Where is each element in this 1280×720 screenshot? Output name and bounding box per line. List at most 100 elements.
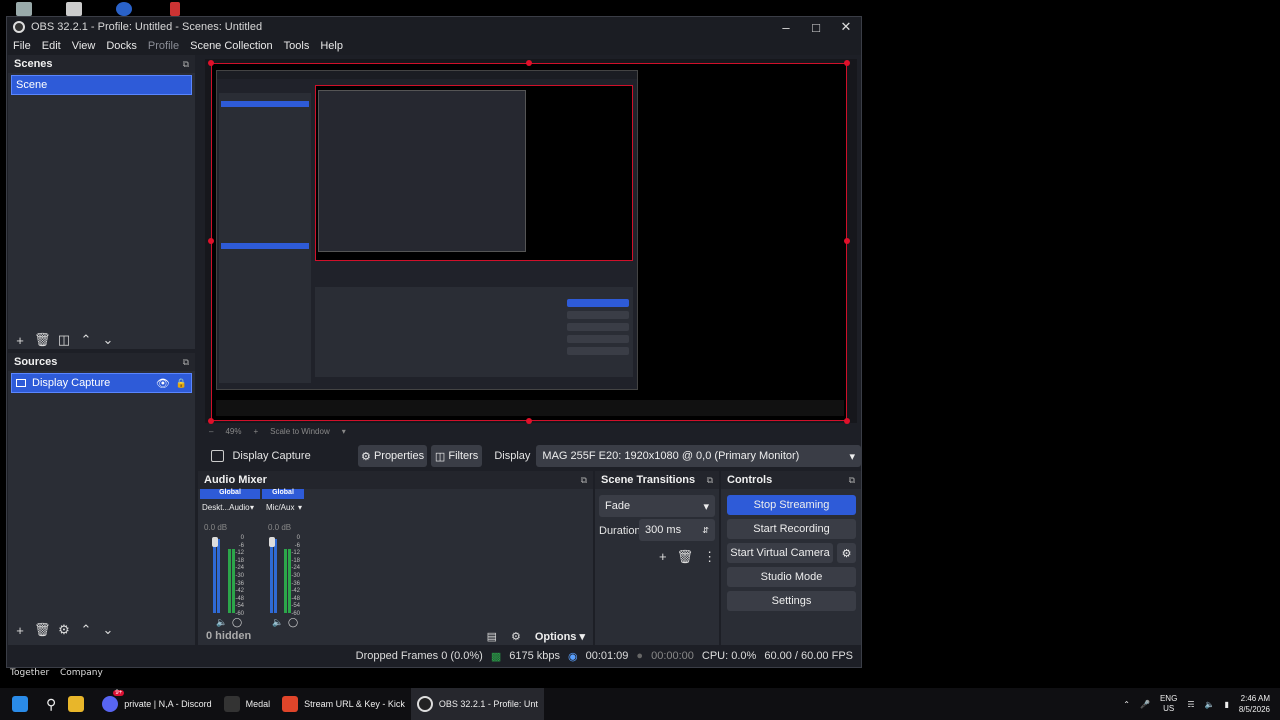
desktop-app-icon[interactable] [170, 2, 180, 16]
scale-mark: -48 [291, 595, 300, 602]
move-up-icon[interactable]: ⌃ [78, 332, 94, 348]
taskbar-medal[interactable]: Medal [218, 688, 277, 720]
menu-view[interactable]: View [72, 40, 96, 52]
chevron-down-icon[interactable]: ▾ [298, 503, 302, 512]
start-button[interactable] [0, 688, 40, 720]
undock-icon[interactable]: ⧉ [707, 475, 713, 486]
move-down-icon[interactable]: ⌄ [100, 622, 116, 638]
undock-icon[interactable]: ⧉ [849, 475, 855, 486]
volume-icon[interactable]: 🔈 [1204, 700, 1214, 709]
captured-screen [216, 70, 638, 390]
move-down-icon[interactable]: ⌄ [100, 332, 116, 348]
obs-icon [416, 696, 433, 712]
gear-icon[interactable]: ⚙ [56, 622, 72, 638]
menu-help[interactable]: Help [320, 40, 343, 52]
preview-area[interactable] [205, 59, 857, 424]
eye-icon[interactable]: 👁 [156, 377, 170, 390]
resize-handle[interactable] [844, 238, 850, 244]
channel-name[interactable]: Mic/Aux [266, 503, 294, 512]
undock-icon[interactable]: ⧉ [183, 357, 189, 368]
undock-icon[interactable]: ⧉ [183, 59, 189, 70]
options-button[interactable]: Options ▾ [535, 630, 585, 643]
microphone-icon[interactable]: 🎤 [1140, 700, 1150, 709]
move-up-icon[interactable]: ⌃ [78, 622, 94, 638]
taskbar-browser[interactable]: Stream URL & Key - Kick [276, 688, 411, 720]
taskbar-obs[interactable]: OBS 32.2.1 - Profile: Unt [410, 688, 544, 720]
scene-item[interactable]: Scene [11, 75, 192, 95]
volume-slider[interactable] [269, 537, 275, 547]
level-meter [228, 549, 231, 613]
trash-icon[interactable]: 🗑 [34, 332, 51, 348]
filter-icon[interactable]: ◫ [56, 332, 72, 348]
chevron-down-icon[interactable]: ▾ [250, 503, 254, 512]
brave-icon [282, 696, 299, 712]
battery-icon[interactable]: ▮ [1224, 700, 1228, 709]
menu-edit[interactable]: Edit [42, 40, 61, 52]
stop-streaming-button[interactable]: Stop Streaming [727, 495, 856, 515]
wifi-icon[interactable]: ☴ [1187, 700, 1194, 709]
filters-button[interactable]: ◫ Filters [430, 445, 483, 467]
add-icon[interactable]: + [659, 549, 667, 565]
display-select[interactable]: MAG 255F E20: 1920x1080 @ 0,0 (Primary M… [536, 445, 861, 467]
resize-handle[interactable] [208, 238, 214, 244]
desktop-label-company[interactable]: Company [60, 668, 103, 678]
discord-icon: 9+ [102, 690, 125, 712]
folder-icon [68, 696, 85, 712]
volume-slider[interactable] [212, 537, 218, 547]
start-recording-button[interactable]: Start Recording [727, 519, 856, 539]
minimize-button[interactable]: – [771, 17, 801, 37]
captured-button [567, 299, 629, 307]
layout-icon[interactable]: ▤ [487, 630, 497, 643]
menu-file[interactable]: File [13, 40, 31, 52]
menu-tools[interactable]: Tools [284, 40, 310, 52]
properties-button[interactable]: ⚙ Properties [358, 445, 427, 467]
transition-select[interactable]: Fade ▾ [599, 495, 715, 517]
advanced-icon[interactable]: ⚙ [511, 630, 521, 643]
close-button[interactable]: ✕ [831, 17, 861, 37]
title-bar[interactable]: OBS 32.2.1 - Profile: Untitled - Scenes:… [7, 17, 861, 37]
menu-docks[interactable]: Docks [106, 40, 137, 52]
desktop-app-icon[interactable] [66, 2, 82, 16]
resize-handle[interactable] [526, 60, 532, 66]
language-indicator[interactable]: ENG US [1160, 694, 1177, 714]
scale-mode[interactable]: Scale to Window [270, 427, 330, 436]
record-time: 00:00:00 [651, 650, 694, 662]
desktop-app-icon[interactable] [116, 2, 132, 16]
trash-icon[interactable]: 🗑 [677, 549, 694, 565]
start-virtual-camera-button[interactable]: Start Virtual Camera [727, 543, 833, 563]
chevron-up-icon[interactable]: ⌃ [1123, 700, 1130, 709]
file-explorer-button[interactable] [62, 688, 96, 720]
studio-mode-button[interactable]: Studio Mode [727, 567, 856, 587]
search-button[interactable]: ⚲ [40, 688, 62, 720]
menu-profile[interactable]: Profile [148, 40, 179, 52]
desktop-app-icon[interactable] [16, 2, 32, 16]
resize-handle[interactable] [844, 60, 850, 66]
volume-meter [270, 539, 273, 613]
sources-header: Sources ⧉ [8, 353, 195, 371]
signal-icon: ▩ [490, 650, 502, 663]
chevron-down-icon[interactable]: ▾ [342, 427, 346, 436]
settings-button[interactable]: Settings [727, 591, 856, 611]
clock[interactable]: 2:46 AM 8/5/2026 [1239, 693, 1270, 715]
spinner-icon[interactable]: ⇵ [702, 526, 709, 535]
zoom-out-icon[interactable]: – [209, 427, 213, 436]
add-icon[interactable]: + [12, 623, 28, 638]
maximize-button[interactable]: □ [801, 17, 831, 37]
gear-icon[interactable]: ⚙ [837, 543, 856, 563]
chevron-down-icon: ▾ [703, 500, 709, 513]
taskbar-item-label: OBS 32.2.1 - Profile: Unt [438, 699, 538, 709]
more-icon[interactable]: ⋮ [703, 549, 716, 565]
zoom-in-icon[interactable]: + [253, 427, 258, 436]
source-item[interactable]: Display Capture 👁 🔒 [11, 373, 192, 393]
menu-scene-collection[interactable]: Scene Collection [190, 40, 273, 52]
desktop-label-together[interactable]: Together [10, 668, 49, 678]
resize-handle[interactable] [208, 60, 214, 66]
taskbar-discord[interactable]: 9+ private | N,A - Discord [96, 688, 217, 720]
channel-name[interactable]: Deskt...Audio [202, 503, 250, 512]
lock-icon[interactable]: 🔒 [176, 378, 187, 389]
duration-input[interactable]: 300 ms ⇵ [639, 519, 715, 541]
undock-icon[interactable]: ⧉ [581, 475, 587, 486]
trash-icon[interactable]: 🗑 [34, 622, 51, 638]
add-icon[interactable]: + [12, 333, 28, 348]
preview-canvas[interactable] [208, 60, 850, 424]
